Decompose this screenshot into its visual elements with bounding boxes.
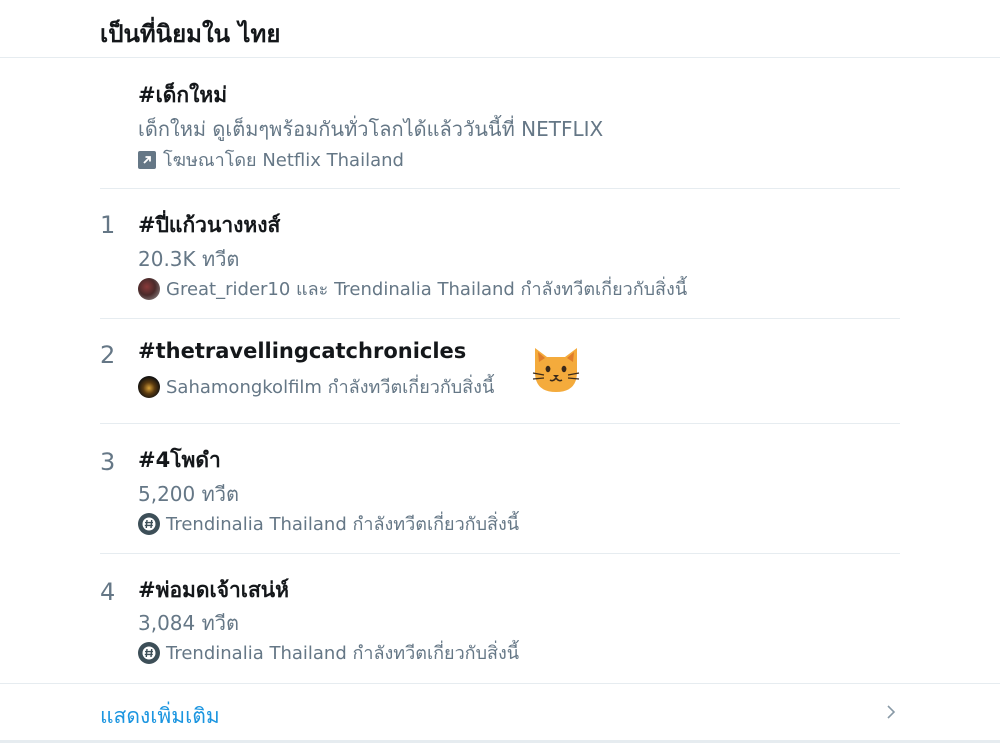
show-more-row[interactable]: แสดงเพิ่มเติม <box>0 683 1000 741</box>
trends-title: เป็นที่นิยมใน ไทย <box>100 20 281 48</box>
trend-hashtag: #4โพดำ <box>138 448 221 472</box>
trend-item[interactable]: 1 #ปี่แก้วนางหงส์ 20.3K ทวีต Great_rider… <box>100 189 900 319</box>
promoted-trend[interactable]: #เด็กใหม่ เด็กใหม่ ดูเต็มๆพร้อมกันทั่วโล… <box>100 59 900 189</box>
trend-hashtag: #เด็กใหม่ <box>138 83 228 107</box>
trendinalia-hash-icon <box>138 512 160 535</box>
show-more-link[interactable]: แสดงเพิ่มเติม <box>100 700 220 733</box>
trend-tweet-count: 5,200 ทวีต <box>138 482 240 506</box>
trend-context: Trendinalia Thailand กำลังทวีตเกี่ยวกับส… <box>138 638 519 667</box>
trend-tweet-count: 3,084 ทวีต <box>138 611 240 635</box>
trend-tweet-count: 20.3K ทวีต <box>138 247 240 271</box>
trend-context-text: Sahamongkolfilm กำลังทวีตเกี่ยวกับสิ่งนี… <box>166 377 495 398</box>
trend-context: Sahamongkolfilm กำลังทวีตเกี่ยวกับสิ่งนี… <box>138 372 494 401</box>
trend-item[interactable]: 3 #4โพดำ 5,200 ทวีต Trendinalia Thailand… <box>100 424 900 554</box>
trend-rank: 2 <box>100 341 116 369</box>
trend-hashtag: #thetravellingcatchronicles <box>138 339 467 363</box>
trends-header: เป็นที่นิยมใน ไทย <box>0 0 1000 58</box>
trend-hashtag: #พ่อมดเจ้าเสน่ห์ <box>138 578 289 602</box>
avatar <box>138 375 160 398</box>
trend-rank: 4 <box>100 578 116 606</box>
chevron-right-icon <box>887 705 896 719</box>
trend-item[interactable]: 2 #thetravellingcatchronicles Sahamongko… <box>100 319 900 424</box>
promoted-by-label: โฆษณาโดย Netflix Thailand <box>163 150 404 171</box>
trend-rank: 3 <box>100 448 116 476</box>
trend-item[interactable]: 4 #พ่อมดเจ้าเสน่ห์ 3,084 ทวีต Trendinali… <box>100 554 900 683</box>
promoted-arrow-icon <box>138 150 156 169</box>
trend-context: Trendinalia Thailand กำลังทวีตเกี่ยวกับส… <box>138 509 519 538</box>
avatar <box>138 277 160 300</box>
trend-context-text: Great_rider10 และ Trendinalia Thailand ก… <box>166 279 688 300</box>
promoted-description: เด็กใหม่ ดูเต็มๆพร้อมกันทั่วโลกได้แล้ววั… <box>138 117 604 141</box>
promoted-by-row: โฆษณาโดย Netflix Thailand <box>138 145 404 174</box>
trend-context: Great_rider10 และ Trendinalia Thailand ก… <box>138 274 687 303</box>
trend-context-text: Trendinalia Thailand กำลังทวีตเกี่ยวกับส… <box>166 643 520 664</box>
trend-context-text: Trendinalia Thailand กำลังทวีตเกี่ยวกับส… <box>166 514 520 535</box>
cat-emoji-icon <box>532 348 580 392</box>
trendinalia-hash-icon <box>138 641 160 664</box>
trend-rank: 1 <box>100 211 116 239</box>
trend-hashtag: #ปี่แก้วนางหงส์ <box>138 213 281 237</box>
